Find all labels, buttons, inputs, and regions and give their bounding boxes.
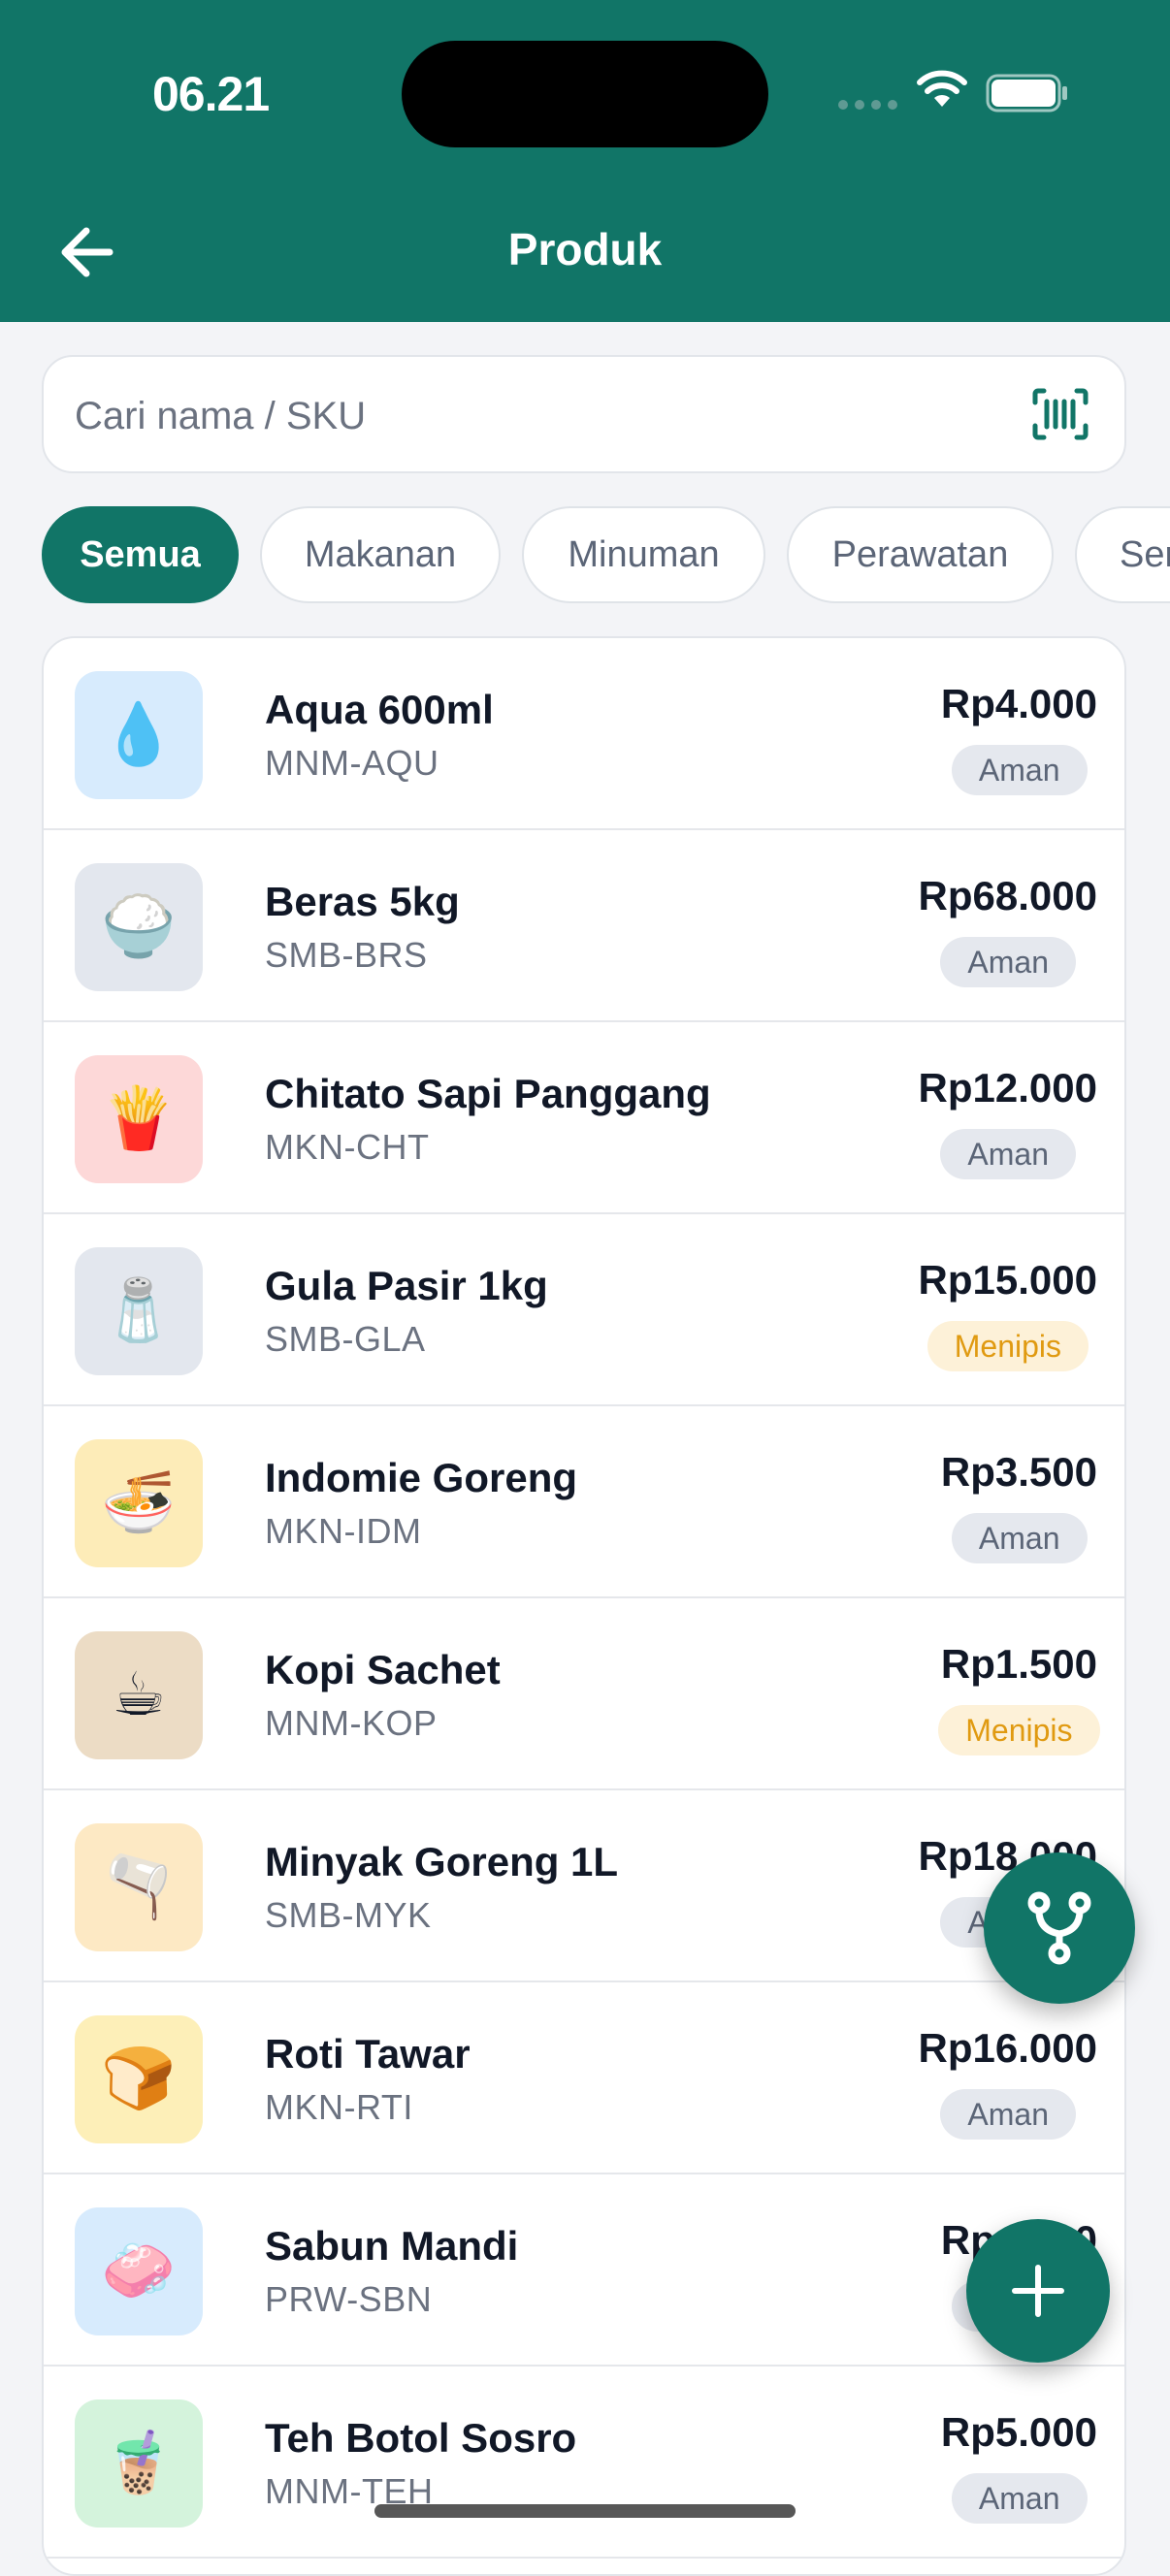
product-name: Indomie Goreng [265,1455,578,1500]
product-name: Beras 5kg [265,879,460,924]
product-price: Rp1.500 [940,1641,1097,1687]
home-indicator [374,2504,796,2518]
product-row[interactable]: 🍚 Beras 5kg SMB-BRS Rp68.000 Aman [44,830,1124,1022]
product-sku: MNM-AQU [265,743,439,783]
product-thumbnail: 🍜 [75,1439,203,1567]
product-price: Rp12.000 [918,1065,1097,1111]
product-sku: MNM-KOP [265,1703,438,1743]
product-name: Chitato Sapi Panggang [265,1071,711,1116]
product-name: Teh Botol Sosro [265,2415,577,2461]
page-title: Produk [507,224,663,274]
stock-status-badge: Aman [940,1129,1076,1179]
stock-status-badge: Aman [940,937,1076,987]
product-sku: MKN-IDM [265,1511,422,1551]
product-thumbnail: 🫗 [75,1823,203,1951]
product-row[interactable]: 🍟 Chitato Sapi Panggang MKN-CHT Rp12.000 Ama… [44,1022,1124,1214]
stock-status-badge: Menipis [926,1321,1089,1371]
product-price: Rp16.000 [918,2025,1097,2071]
plus-icon [1012,2265,1064,2317]
product-price: Rp3.500 [940,1449,1097,1495]
product-thumbnail: 💧 [75,671,203,799]
battery-icon [986,74,1067,113]
product-row[interactable]: 🧋 Teh Botol Sosro MNM-TEH Rp5.000 Aman [44,2367,1124,2559]
product-name: Sabun Mandi [265,2223,519,2269]
product-row[interactable]: 🍜 Indomie Goreng MKN-IDM Rp3.500 Aman [44,1406,1124,1598]
wifi-icon [917,70,967,107]
product-name: Minyak Goreng 1L [265,1839,619,1884]
git-branch-icon [1027,1891,1091,1965]
chip-perawatan[interactable]: Perawatan [787,506,1054,603]
product-thumbnail: ☕ [75,1631,203,1759]
product-price: Rp68.000 [918,873,1097,918]
chip-makanan[interactable]: Makanan [260,506,501,603]
product-row[interactable]: 💧 Aqua 600ml MNM-AQU Rp4.000 Aman [44,638,1124,830]
stock-status-badge: Aman [951,1513,1088,1563]
chip-minuman[interactable]: Minuman [522,506,765,603]
product-row[interactable]: 🧼Sabun MandiPRW-SBNRp4.500Aman [44,2174,1124,2367]
product-sku: SMB-GLA [265,1319,426,1359]
product-sku: MKN-RTI [265,2087,413,2127]
dynamic-island [402,41,768,147]
product-sku: PRW-SBN [265,2279,433,2319]
product-list: 💧 Aqua 600ml MNM-AQU Rp4.000 Aman 🍚 Beras 5kg S… [42,636,1126,2576]
cellular-signal-icon [838,100,897,110]
product-sku: MKN-CHT [265,1127,430,1167]
product-price: Rp4.000 [940,681,1097,726]
status-time: 06.21 [152,67,270,121]
stock-status-badge: Aman [940,2089,1076,2140]
product-name: Aqua 600ml [265,687,494,732]
stock-status-badge: Menipis [938,1705,1100,1755]
product-thumbnail: 🍟 [75,1055,203,1183]
product-name: Kopi Sachet [265,1647,501,1692]
branch-fab-button[interactable] [984,1852,1135,2004]
product-row[interactable]: 🍞 Roti Tawar MKN-RTI Rp16.000 Aman [44,1982,1124,2174]
stock-status-badge: Aman [951,745,1088,795]
product-thumbnail: 🧼 [75,2207,203,2335]
chip-semua-partial[interactable]: Ser [1075,506,1170,603]
product-sku: SMB-BRS [265,935,428,975]
category-filter: Semua Makanan Minuman Perawatan Ser [0,506,1170,603]
search-bar [42,355,1126,473]
chip-semua[interactable]: Semua [42,506,239,603]
stock-status-badge: Aman [951,2473,1088,2524]
product-thumbnail: 🧋 [75,2399,203,2528]
app-header: 06.21 Produk [0,0,1170,322]
product-price: Rp15.000 [918,1257,1097,1303]
product-thumbnail: 🍞 [75,2015,203,2143]
product-thumbnail: 🍚 [75,863,203,991]
product-name: Gula Pasir 1kg [265,1263,548,1308]
add-product-button[interactable] [966,2219,1110,2363]
search-input[interactable] [73,376,998,456]
product-sku: SMB-MYK [265,1895,432,1935]
product-name: Roti Tawar [265,2031,471,2077]
product-price: Rp5.000 [940,2409,1097,2455]
barcode-icon[interactable] [1031,388,1089,440]
product-row[interactable]: 🧂 Gula Pasir 1kg SMB-GLA Rp15.000 Menipis [44,1214,1124,1406]
product-row[interactable]: ☕ Kopi Sachet MNM-KOP Rp1.500 Menipis [44,1598,1124,1790]
product-thumbnail: 🧂 [75,1247,203,1375]
product-row[interactable]: 🫗Minyak Goreng 1LSMB-MYKRp18.000Aman [44,1790,1124,1982]
